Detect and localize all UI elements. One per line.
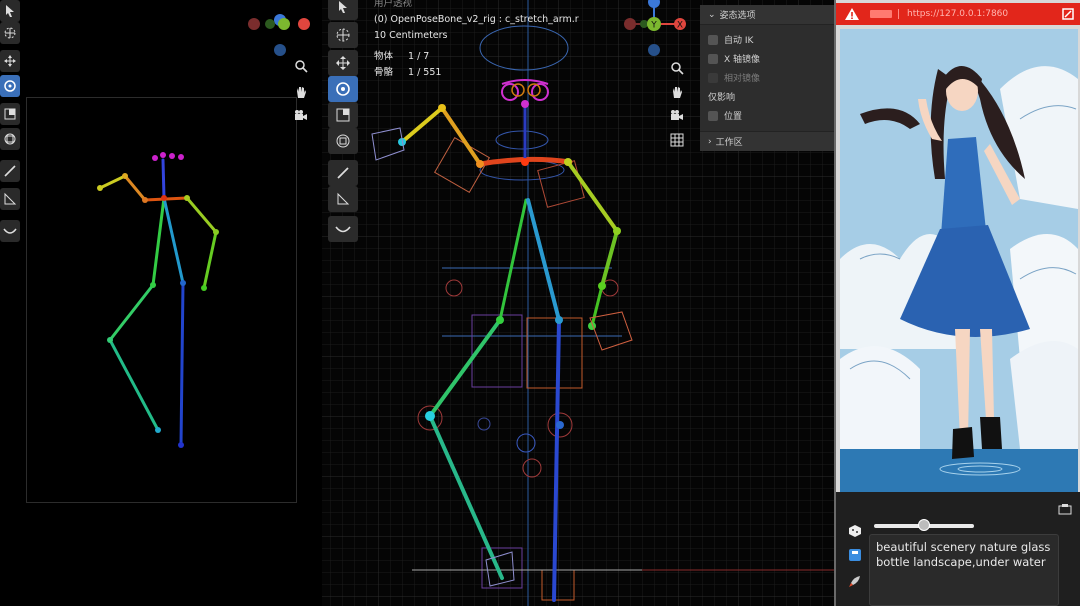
axis-neg-x-dot[interactable]	[624, 18, 636, 30]
workspace-header[interactable]: › 工作区	[700, 131, 834, 151]
grid-icon[interactable]	[669, 132, 685, 148]
prompt-textarea[interactable]: beautiful scenery nature glass bottle la…	[869, 534, 1059, 606]
generated-illustration	[840, 29, 1078, 492]
bone-curve-tool-button[interactable]	[328, 216, 358, 242]
strength-slider-thumb[interactable]	[918, 519, 930, 531]
relative-mirror-label: 相对镜像	[724, 74, 761, 84]
preview-viewport[interactable]	[0, 0, 320, 606]
view-mode-label: 用户透视	[374, 0, 413, 9]
workspace-title: 工作区	[715, 138, 743, 148]
auto-ik-label: 自动 IK	[724, 36, 754, 46]
active-bone-label: (0) OpenPoseBone_v2_rig : c_stretch_arm.…	[374, 14, 579, 25]
axis-x-label: X	[677, 21, 683, 31]
camera-icon[interactable]	[669, 108, 685, 124]
browser-address-bar[interactable]: https://127.0.0.1:7860	[836, 3, 1080, 25]
pose-options-panel: ⌄ 姿态选项 自动 IK X 轴镜像 相对镜像 仅影响 位置 › 工作区	[700, 5, 834, 151]
x-mirror-checkbox[interactable]	[708, 53, 718, 64]
objects-count: 1 / 7	[408, 51, 430, 62]
viewport-info: 用户透视 (0) OpenPoseBone_v2_rig : c_stretch…	[374, 0, 579, 81]
auto-ik-checkbox[interactable]	[708, 34, 718, 45]
generation-controls: beautiful scenery nature glass bottle la…	[836, 492, 1080, 606]
app-root: 用户透视 (0) OpenPoseBone_v2_rig : c_stretch…	[0, 0, 1080, 606]
rotate-tool-button[interactable]	[328, 76, 358, 102]
scale-tool-button[interactable]	[328, 102, 358, 128]
x-mirror-option[interactable]: X 轴镜像	[700, 49, 834, 68]
bones-count: 1 / 551	[408, 67, 442, 78]
warning-icon	[845, 8, 859, 20]
tab-indicator	[870, 10, 892, 18]
chevron-down-icon: ⌄	[708, 9, 716, 20]
relative-mirror-option: 相对镜像	[700, 68, 834, 87]
zoom-icon[interactable]	[669, 60, 685, 76]
openpose-preview-figure	[97, 152, 219, 448]
browser-url[interactable]: https://127.0.0.1:7860	[898, 9, 1008, 19]
generated-image[interactable]	[840, 29, 1078, 492]
auto-ik-option[interactable]: 自动 IK	[700, 30, 834, 49]
save-icon[interactable]	[848, 548, 862, 562]
expand-icon[interactable]	[1062, 8, 1074, 20]
select-tool-button[interactable]	[328, 0, 358, 20]
bones-label: 骨骼	[374, 67, 394, 78]
image-tool-icon[interactable]	[1058, 503, 1072, 515]
browser-panel: https://127.0.0.1:7860 beautiful scenery…	[834, 0, 1080, 606]
main-axis-gizmo[interactable]: Y X	[618, 0, 688, 60]
transform-tool-button[interactable]	[328, 128, 358, 154]
annotate-tool-button[interactable]	[328, 160, 358, 186]
location-checkbox[interactable]	[708, 110, 718, 121]
pose-options-title: 姿态选项	[719, 11, 756, 21]
chevron-right-icon: ›	[708, 136, 712, 147]
axis-z-dot[interactable]	[648, 0, 660, 8]
affect-only-heading: 仅影响	[700, 87, 834, 106]
location-option[interactable]: 位置	[700, 106, 834, 125]
objects-label: 物体	[374, 51, 394, 62]
rocket-icon[interactable]	[848, 574, 862, 588]
affect-only-label: 仅影响	[708, 93, 736, 103]
location-label: 位置	[724, 112, 743, 122]
pose-options-header[interactable]: ⌄ 姿态选项	[700, 5, 834, 25]
axis-neg-y-dot[interactable]	[640, 20, 648, 28]
x-mirror-label: X 轴镜像	[724, 55, 761, 65]
axis-neg-z-dot[interactable]	[648, 44, 660, 56]
hand-icon[interactable]	[669, 84, 685, 100]
measure-tool-button[interactable]	[328, 186, 358, 212]
relative-mirror-checkbox	[708, 72, 718, 83]
grid-scale-label: 10 Centimeters	[374, 30, 448, 41]
dice-icon[interactable]	[848, 524, 862, 538]
move-tool-button[interactable]	[328, 50, 358, 76]
axis-y-label: Y	[650, 21, 657, 31]
cursor-tool-button[interactable]	[328, 22, 358, 48]
